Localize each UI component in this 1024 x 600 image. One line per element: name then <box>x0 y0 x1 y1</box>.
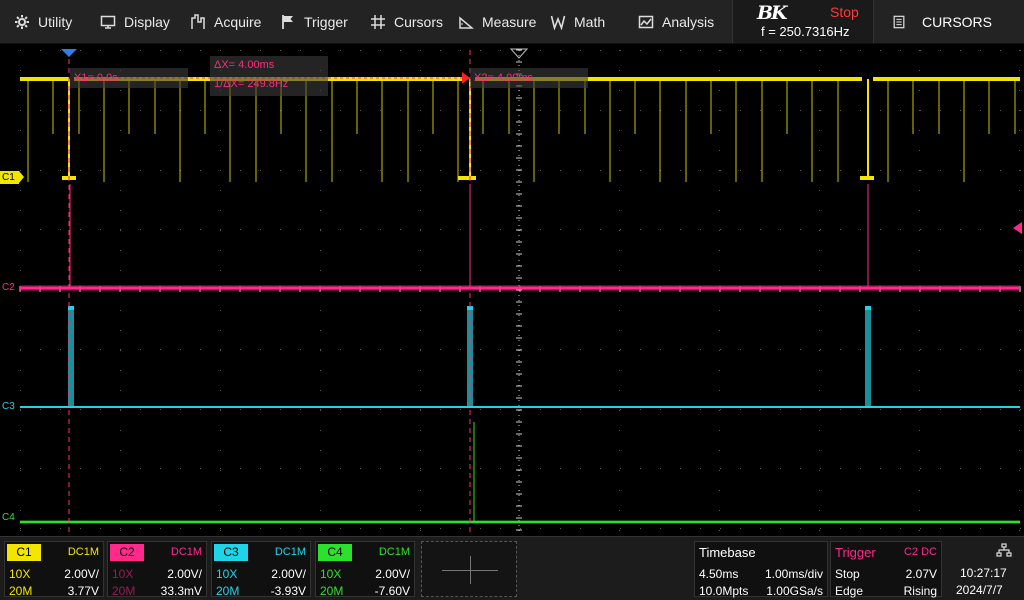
display-label: Display <box>124 14 170 30</box>
document-list-icon <box>893 15 905 29</box>
delta-arrow <box>462 72 470 84</box>
memory-depth: 10.0Mpts <box>699 584 749 598</box>
display-menu-button[interactable]: Display <box>90 0 176 44</box>
system-date: 2024/7/7 <box>956 583 1003 597</box>
channel-coupling: DC1M <box>67 546 99 558</box>
trigger-slope: Rising <box>903 584 937 598</box>
channel-coupling: DC1M <box>274 546 306 558</box>
analysis-menu-button[interactable]: Analysis <box>628 0 724 44</box>
cursor-x2-readout[interactable]: X2= 4.00ms <box>470 68 588 88</box>
channel-offset: -3.93V <box>270 584 306 598</box>
cursors-panel-title: CURSORS <box>922 14 993 30</box>
add-channel-button[interactable] <box>421 541 517 597</box>
c2-ground-marker[interactable]: C2 <box>0 281 19 294</box>
sample-rate: 1.00GSa/s <box>766 584 823 598</box>
channel-offset: 3.77V <box>67 584 99 598</box>
channel-tag: C1 <box>7 544 41 561</box>
acquire-label: Acquire <box>214 14 262 30</box>
system-info[interactable]: 10:27:17 2024/7/7 <box>946 541 1022 597</box>
c3-ground-marker[interactable]: C3 <box>0 400 19 413</box>
cursor-delta-readout: ΔX= 4.00ms 1/ΔX= 249.8Hz <box>210 56 328 96</box>
math-label: Math <box>574 14 606 30</box>
channel-bandwidth: 20M <box>216 584 240 598</box>
channel-tag: C3 <box>214 544 248 561</box>
trigger-card[interactable]: Trigger C2 DC Stop 2.07V Edge Rising <box>830 541 942 598</box>
trigger-type: Edge <box>835 584 864 598</box>
trigger-title: Trigger <box>835 545 876 560</box>
inverse-delta-x: 1/ΔX= 249.8Hz <box>214 78 289 90</box>
analysis-label: Analysis <box>662 14 715 30</box>
channel-card-c2[interactable]: C2 DC1M 10X 2.00V/ 20M 33.3mV <box>107 541 207 598</box>
channel-tag: C4 <box>318 544 352 561</box>
acquire-menu-button[interactable]: Acquire <box>180 0 270 44</box>
channel-scale: 2.00V/ <box>271 567 306 581</box>
trigger-level-marker <box>1013 222 1022 234</box>
ruler-icon <box>459 16 474 29</box>
channel-scale: 2.00V/ <box>167 567 202 581</box>
cursors-label: Cursors <box>394 14 444 30</box>
c3-trace <box>20 306 1020 408</box>
channel-bandwidth: 20M <box>9 584 33 598</box>
status-bar: C1 DC1M 10X 2.00V/ 20M 3.77V C2 DC1M 10X… <box>0 536 1024 600</box>
acquire-icon <box>191 14 205 29</box>
run-status-box[interactable]: BK Stop f = 250.7316Hz <box>732 0 874 43</box>
utility-label: Utility <box>38 14 73 30</box>
channel-probe: 10X <box>112 567 134 581</box>
cursors-grid-icon <box>371 15 385 29</box>
c1-ground-marker[interactable]: C1 <box>0 171 24 184</box>
trigger-level: 2.07V <box>905 567 937 581</box>
cursor-x1-readout[interactable]: X1= 0.0s <box>70 68 188 88</box>
measure-label: Measure <box>482 14 537 30</box>
math-icon <box>550 15 566 30</box>
c2-trace <box>20 184 1020 291</box>
channel-coupling: DC1M <box>170 546 202 558</box>
monitor-icon <box>100 15 116 29</box>
channel-bandwidth: 20M <box>112 584 136 598</box>
timebase-title: Timebase <box>699 545 756 560</box>
timebase-scale: 1.00ms/div <box>764 567 823 581</box>
flag-icon <box>282 15 293 29</box>
frequency-counter: f = 250.7316Hz <box>761 24 850 39</box>
channel-scale: 2.00V/ <box>64 567 99 581</box>
trigger-mode: Stop <box>835 567 860 581</box>
timebase-card[interactable]: Timebase 4.50ms 1.00ms/div 10.0Mpts 1.00… <box>694 541 828 598</box>
channel-probe: 10X <box>216 567 238 581</box>
run-state: Stop <box>830 4 859 20</box>
channel-probe: 10X <box>320 567 342 581</box>
c4-ground-marker[interactable]: C4 <box>0 511 19 524</box>
channel-coupling: DC1M <box>378 546 410 558</box>
utility-menu-button[interactable]: Utility <box>4 0 86 44</box>
trigger-menu-button[interactable]: Trigger <box>270 0 358 44</box>
channel-offset: 33.3mV <box>160 584 202 598</box>
channel-card-c3[interactable]: C3 DC1M 10X 2.00V/ 20M -3.93V <box>211 541 311 598</box>
trigger-position-marker <box>61 49 77 57</box>
cursors-menu-button[interactable]: Cursors <box>360 0 450 44</box>
waveform-canvas <box>19 48 1022 532</box>
analysis-icon <box>638 15 654 29</box>
waveform-display[interactable]: C1 C2 C3 C4 X1= 0.0s X2= 4.00ms ΔX= 4.00… <box>0 44 1024 536</box>
channel-card-c4[interactable]: C4 DC1M 10X 2.00V/ 20M -7.60V <box>315 541 415 598</box>
channel-offset: -7.60V <box>374 584 410 598</box>
delta-x: ΔX= 4.00ms <box>214 59 275 71</box>
channel-probe: 10X <box>9 567 31 581</box>
channel-scale: 2.00V/ <box>375 567 410 581</box>
trigger-label: Trigger <box>304 14 348 30</box>
channel-bandwidth: 20M <box>320 584 344 598</box>
system-time: 10:27:17 <box>960 566 1007 580</box>
c4-trace <box>20 422 1020 524</box>
measure-menu-button[interactable]: Measure <box>448 0 540 44</box>
channel-tag: C2 <box>110 544 144 561</box>
channel-card-c1[interactable]: C1 DC1M 10X 2.00V/ 20M 3.77V <box>4 541 104 598</box>
network-icon <box>996 543 1012 557</box>
gear-icon <box>15 15 29 29</box>
brand-logo: BK <box>757 2 788 24</box>
timebase-delay: 4.50ms <box>699 567 739 581</box>
trigger-source: C2 DC <box>903 546 937 558</box>
cursors-panel-button[interactable]: CURSORS <box>876 0 1024 44</box>
menu-bar: Utility Display Acquire Trigger Cursors … <box>0 0 1024 44</box>
math-menu-button[interactable]: Math <box>540 0 620 44</box>
